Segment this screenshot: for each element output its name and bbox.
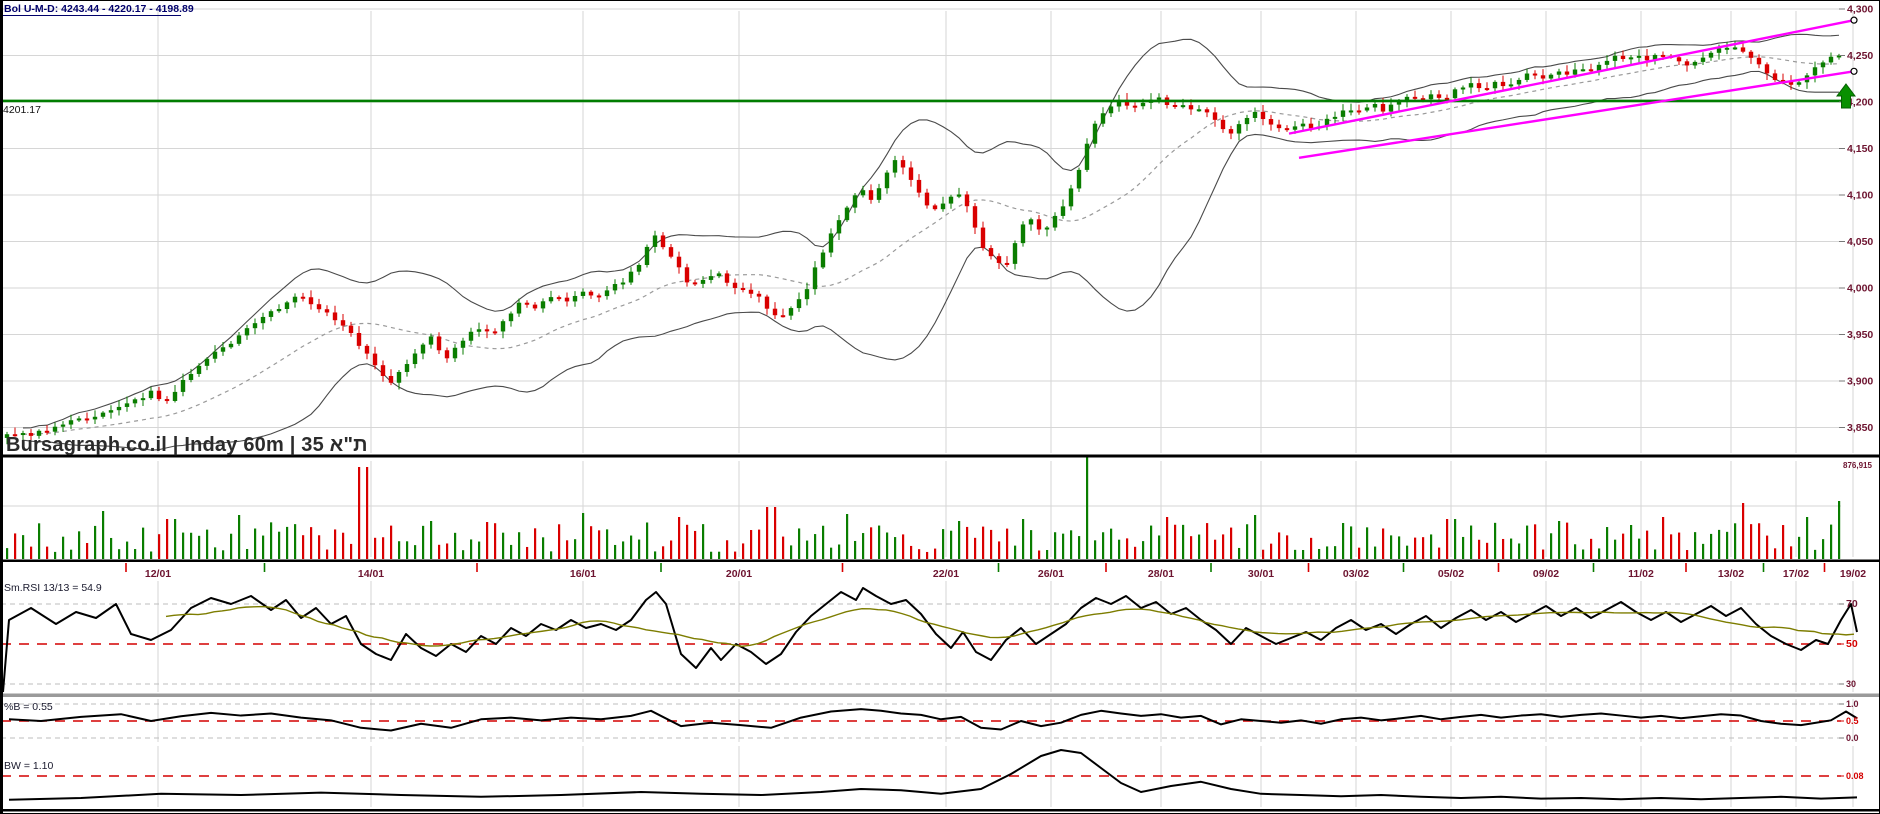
price-axis-tick-label: 3,850 [1847,422,1873,434]
indicator-axis-tick-label: 70 [1846,598,1858,610]
date-axis-tick-label: 26/01 [1038,568,1064,580]
date-axis-tick-label: 19/02 [1840,568,1866,580]
date-axis-tick-label: 13/02 [1718,568,1744,580]
indicator-axis-tick-label: 0.5 [1846,716,1859,726]
date-axis-tick-label: 09/02 [1533,568,1559,580]
date-axis-tick-label: 22/01 [933,568,959,580]
price-axis-tick-label: 3,900 [1847,376,1873,388]
price-axis-tick-label: 4,300 [1847,4,1873,16]
bollinger-values-label: Bol U-M-D: 4243.44 - 4220.17 - 4198.89 [4,3,194,15]
date-axis-tick-label: 17/02 [1783,568,1809,580]
bw-pane-surface[interactable] [1,745,1880,810]
date-axis-tick-label: 30/01 [1248,568,1274,580]
date-axis-tick-label: 12/01 [145,568,171,580]
percent-b-indicator-label: %B = 0.55 [4,701,53,713]
price-chart-svg: 4,3004,2504,2004,1504,1004,0504,0003,950… [1,1,1880,813]
price-line-label: 4201.17 [3,104,41,116]
date-axis-tick-label: 11/02 [1628,568,1654,580]
price-axis-tick-label: 4,050 [1847,236,1873,248]
date-axis-tick-label: 16/01 [570,568,596,580]
date-axis-tick-label: 20/01 [726,568,752,580]
chart-window: 4,300 4,250 4,200 4,150 4,100 4,050 4,000 3,950… [0,0,1880,814]
indicator-axis-tick-label: 50 [1846,638,1858,650]
pane-separator [1,809,1879,812]
indicator-axis-tick-label: 30 [1846,679,1856,689]
volume-axis-label: 876,915 [1843,461,1872,470]
pane-separator [1,559,1879,562]
date-axis-tick-label: 14/01 [358,568,384,580]
price-axis-tick-label: 3,950 [1847,329,1873,341]
price-axis-tick-label: 4,150 [1847,143,1873,155]
indicator-axis-tick-label: 0.08 [1846,771,1864,781]
indicator-axis-tick-label: 1.0 [1846,699,1859,709]
price-axis-tick-label: 4,000 [1847,283,1873,295]
bandwidth-indicator-label: BW = 1.10 [4,760,53,772]
indicator-axis-tick-label: 0.0 [1846,733,1859,743]
left-border [1,1,3,813]
rsi-pane-surface[interactable] [1,579,1880,694]
date-axis-tick-label: 03/02 [1343,568,1369,580]
date-axis-tick-label: 05/02 [1438,568,1464,580]
volume-pane-surface[interactable] [1,457,1880,561]
watermark-brand-label: Bursagraph.co.il | Inday 60m | 35 ת"א [6,434,368,456]
pane-separator [1,693,1879,697]
rsi-indicator-label: Sm.RSI 13/13 = 54.9 [4,582,102,594]
date-axis-tick-label: 28/01 [1148,568,1174,580]
price-axis-tick-label: 4,250 [1847,50,1873,62]
price-axis-tick-label: 4,100 [1847,190,1873,202]
